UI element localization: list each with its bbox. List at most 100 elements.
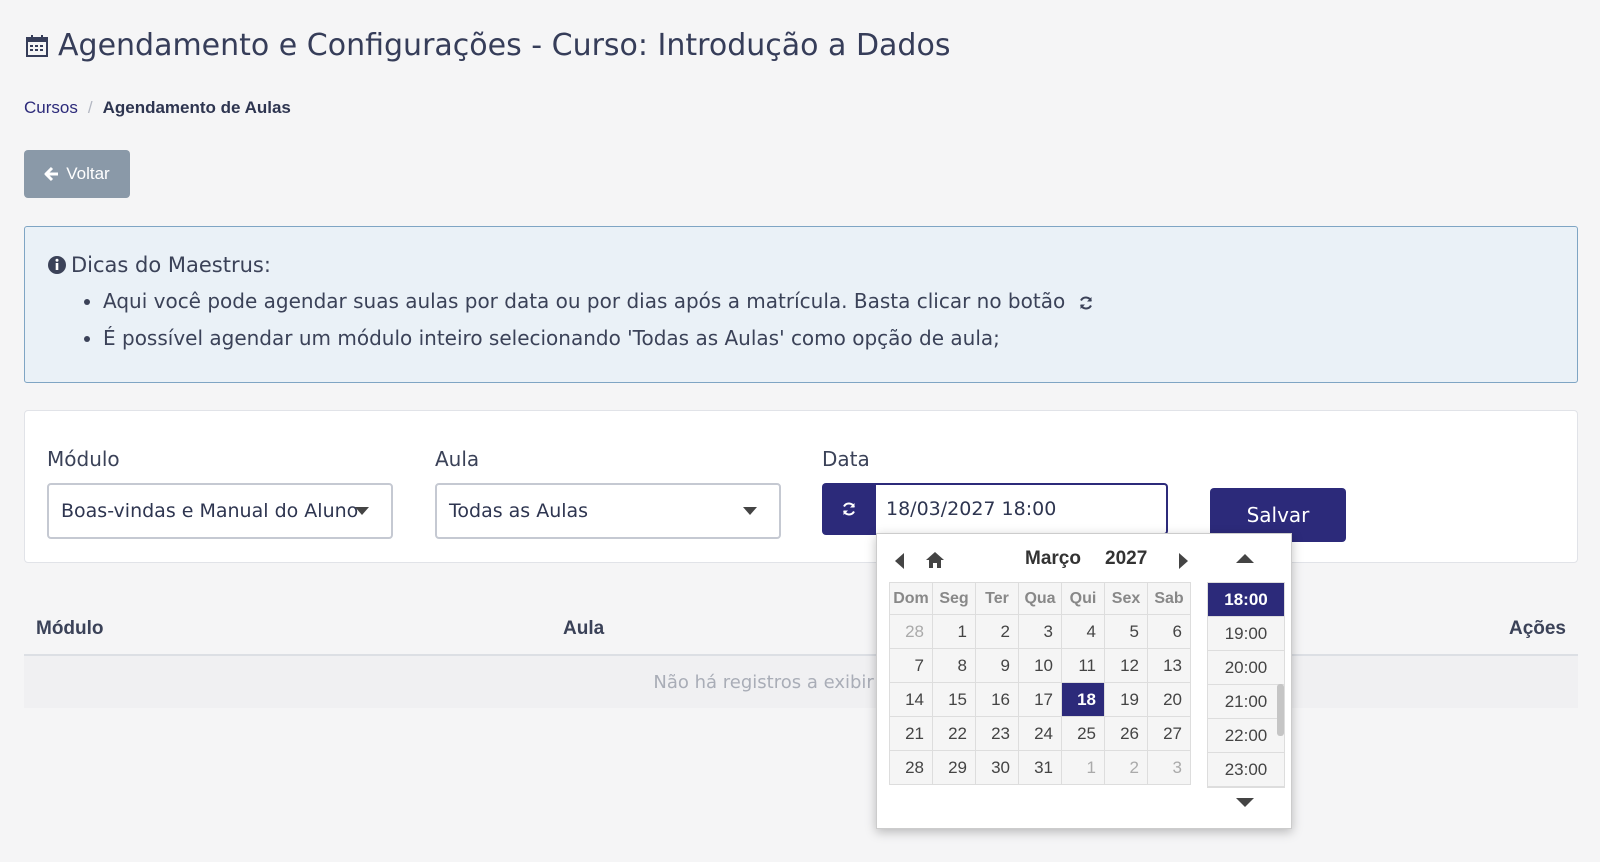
refresh-icon [843,502,855,516]
calendar-week: 7 8 9 10 11 12 13 [889,648,1191,683]
calendar-day[interactable]: 2 [1104,750,1148,785]
weekday-header: Sex [1104,582,1148,615]
time-scroll-down-icon[interactable] [1236,798,1254,807]
calendar-day[interactable]: 13 [1147,648,1191,683]
picker-month[interactable]: Março [1025,548,1081,570]
calendar-day[interactable]: 28 [889,614,933,649]
lesson-label: Aula [435,447,480,471]
tips-title-text: Dicas do Maestrus: [71,253,271,277]
tips-item-text: Aqui você pode agendar suas aulas por da… [103,289,1066,313]
page-title-text: Agendamento e Configurações - Curso: Int… [58,28,951,63]
calendar-day[interactable]: 5 [1104,614,1148,649]
refresh-icon [1079,296,1092,309]
tips-item: Aqui você pode agendar suas aulas por da… [103,289,1555,313]
breadcrumb-separator: / [87,98,93,117]
time-option[interactable]: 23:00 [1208,753,1284,787]
table-header: Módulo Aula Ações [24,604,1578,656]
calendar-day[interactable]: 4 [1061,614,1105,649]
lesson-select[interactable]: Todas as Aulas [435,483,781,539]
calendar-week: 14 15 16 17 18 19 20 [889,682,1191,717]
calendar-day[interactable]: 17 [1018,682,1062,717]
home-icon[interactable] [925,550,945,570]
calendar-day[interactable]: 11 [1061,648,1105,683]
column-header-actions: Ações [1508,618,1566,639]
calendar-icon [26,34,48,57]
weekday-header: Qua [1018,582,1062,615]
calendar-week: 28 29 30 31 1 2 3 [889,750,1191,785]
weekday-header: Dom [889,582,933,615]
back-button[interactable]: Voltar [24,150,130,198]
calendar-day[interactable]: 22 [932,716,976,751]
calendar-grid: Dom Seg Ter Qua Qui Sex Sab 28 1 2 3 4 5 6 7 8 9 10 11 12 1… [889,582,1191,785]
chevron-down-icon [743,507,757,515]
module-select-value: Boas-vindas e Manual do Aluno [61,500,359,522]
calendar-day[interactable]: 14 [889,682,933,717]
tips-list: Aqui você pode agendar suas aulas por da… [47,289,1555,350]
back-button-label: Voltar [66,164,110,183]
date-label: Data [822,447,870,471]
tips-item-text: É possível agendar um módulo inteiro sel… [103,326,1000,350]
weekday-header: Sab [1147,582,1191,615]
calendar-day[interactable]: 8 [932,648,976,683]
time-list: 18:00 19:00 20:00 21:00 22:00 23:00 [1207,582,1285,788]
weekday-header: Ter [975,582,1019,615]
calendar-day[interactable]: 31 [1018,750,1062,785]
tips-title: Dicas do Maestrus: [47,253,1555,277]
tips-panel: Dicas do Maestrus: Aqui você pode agenda… [24,226,1578,383]
calendar-day[interactable]: 21 [889,716,933,751]
time-option[interactable]: 19:00 [1208,617,1284,651]
info-icon [48,256,66,274]
column-header-module: Módulo [36,618,104,639]
calendar-day-selected[interactable]: 18 [1061,682,1105,717]
calendar-day[interactable]: 30 [975,750,1019,785]
weekday-header: Qui [1061,582,1105,615]
calendar-day[interactable]: 24 [1018,716,1062,751]
time-scroll-up-icon[interactable] [1236,554,1254,563]
time-scrollbar[interactable] [1277,684,1284,736]
calendar-day[interactable]: 16 [975,682,1019,717]
calendar-day[interactable]: 28 [889,750,933,785]
datetime-picker: Março 2027 Dom Seg Ter Qua Qui Sex Sab 28 1 2 3 4 5… [876,533,1292,829]
calendar-day[interactable]: 7 [889,648,933,683]
picker-nav: Março 2027 [893,548,1189,572]
next-month-icon[interactable] [1179,553,1188,569]
calendar-day[interactable]: 29 [932,750,976,785]
calendar-day[interactable]: 3 [1147,750,1191,785]
calendar-day[interactable]: 15 [932,682,976,717]
calendar-day[interactable]: 6 [1147,614,1191,649]
calendar-day[interactable]: 25 [1061,716,1105,751]
chevron-down-icon [355,507,369,515]
calendar-day[interactable]: 20 [1147,682,1191,717]
module-select[interactable]: Boas-vindas e Manual do Aluno [47,483,393,539]
prev-month-icon[interactable] [895,553,904,569]
breadcrumb: Cursos / Agendamento de Aulas [24,98,291,118]
calendar-day[interactable]: 2 [975,614,1019,649]
calendar-day[interactable]: 10 [1018,648,1062,683]
calendar-day[interactable]: 19 [1104,682,1148,717]
module-label: Módulo [47,447,120,471]
page-title: Agendamento e Configurações - Curso: Int… [26,28,950,63]
lesson-select-value: Todas as Aulas [449,500,589,522]
breadcrumb-link-cursos[interactable]: Cursos [24,98,78,118]
date-mode-toggle-button[interactable] [822,483,876,535]
calendar-day[interactable]: 12 [1104,648,1148,683]
calendar-day[interactable]: 1 [932,614,976,649]
calendar-day[interactable]: 9 [975,648,1019,683]
calendar-day[interactable]: 1 [1061,750,1105,785]
time-option[interactable]: 21:00 [1208,685,1284,719]
weekday-header: Seg [932,582,976,615]
picker-year[interactable]: 2027 [1105,548,1147,570]
schedule-form: Módulo Boas-vindas e Manual do Aluno Aul… [24,410,1578,563]
time-option[interactable]: 20:00 [1208,651,1284,685]
calendar-day[interactable]: 26 [1104,716,1148,751]
date-input-group [822,483,1168,535]
time-option-selected[interactable]: 18:00 [1208,583,1284,617]
calendar-day[interactable]: 27 [1147,716,1191,751]
calendar-day[interactable]: 3 [1018,614,1062,649]
breadcrumb-current: Agendamento de Aulas [102,98,291,117]
table-empty-row: Não há registros a exibir para ag [24,656,1578,708]
column-header-lesson: Aula [563,618,605,639]
date-input[interactable] [876,483,1168,535]
calendar-day[interactable]: 23 [975,716,1019,751]
time-option[interactable]: 22:00 [1208,719,1284,753]
